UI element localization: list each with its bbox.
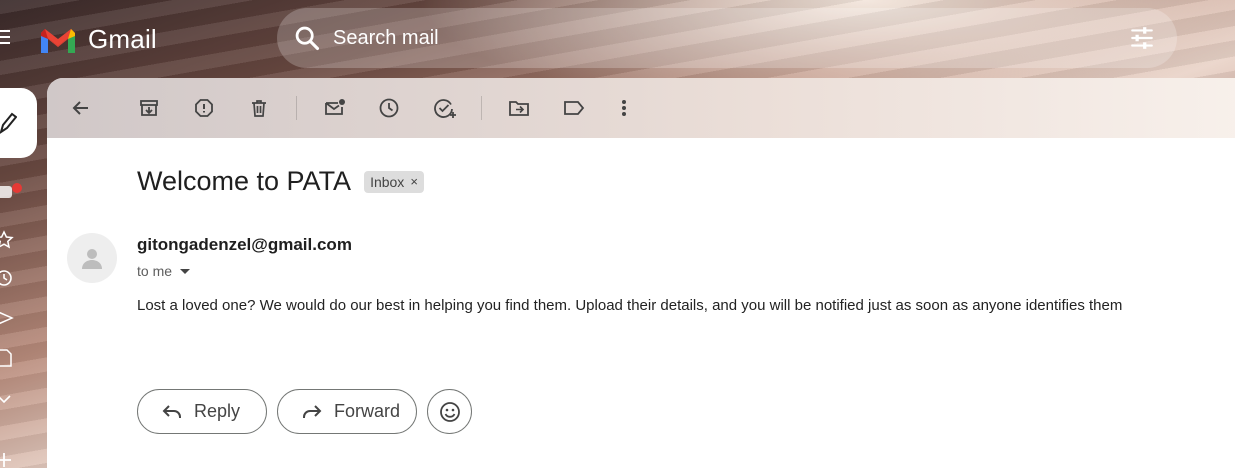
email-subject-row: Welcome to PATA Inbox × <box>137 166 424 197</box>
drafts-icon[interactable] <box>0 348 14 368</box>
sender-email[interactable]: gitongadenzel@gmail.com <box>137 235 352 255</box>
back-arrow-icon[interactable] <box>69 96 93 120</box>
email-body: Lost a loved one? We would do our best i… <box>137 297 1123 314</box>
more-vert-icon[interactable] <box>612 96 636 120</box>
move-to-icon[interactable] <box>507 96 531 120</box>
add-to-tasks-icon[interactable] <box>433 96 457 120</box>
search-input[interactable]: Search mail <box>333 27 439 50</box>
remove-label-icon[interactable]: × <box>410 174 418 189</box>
inbox-label-chip[interactable]: Inbox × <box>364 170 424 193</box>
toolbar-divider <box>296 96 297 120</box>
app-name: Gmail <box>88 24 157 54</box>
expand-details-icon[interactable] <box>180 268 191 274</box>
labels-icon[interactable] <box>562 96 586 120</box>
reply-icon <box>162 404 181 418</box>
archive-icon[interactable] <box>137 96 161 120</box>
forward-label: Forward <box>334 401 401 421</box>
sender-avatar[interactable] <box>67 233 117 283</box>
forward-icon <box>303 404 322 418</box>
smiley-icon <box>439 401 460 422</box>
notification-dot <box>12 183 22 193</box>
email-toolbar <box>47 78 1235 138</box>
search-icon[interactable] <box>293 24 321 52</box>
starred-icon[interactable] <box>0 230 14 250</box>
email-subject: Welcome to PATA <box>137 166 352 196</box>
person-icon <box>82 249 102 269</box>
sent-icon[interactable] <box>0 308 14 328</box>
email-view: Welcome to PATA Inbox × gitongadenzel@gm… <box>47 78 1235 468</box>
reply-button[interactable]: Reply <box>137 389 267 434</box>
search-bar[interactable]: Search mail <box>277 8 1177 68</box>
top-bar: Gmail Search mail <box>0 0 1235 78</box>
recipient-text: to me <box>137 263 173 279</box>
compose-button[interactable] <box>0 88 37 158</box>
left-rail <box>0 78 47 468</box>
reply-label: Reply <box>194 401 241 421</box>
gmail-logo[interactable]: Gmail <box>38 24 157 55</box>
main-menu-icon[interactable] <box>0 26 14 50</box>
report-spam-icon[interactable] <box>192 96 216 120</box>
recipient-details[interactable]: to me <box>137 263 191 279</box>
snooze-icon[interactable] <box>377 96 401 120</box>
delete-icon[interactable] <box>247 96 271 120</box>
emoji-reaction-button[interactable] <box>427 389 472 434</box>
add-label-icon[interactable] <box>0 450 14 468</box>
more-chevron-icon[interactable] <box>0 388 14 408</box>
search-options-icon[interactable] <box>1129 25 1155 51</box>
gmail-m-icon <box>41 28 75 53</box>
toolbar-divider <box>481 96 482 120</box>
pencil-icon <box>0 112 17 134</box>
snoozed-icon[interactable] <box>0 268 14 288</box>
label-text: Inbox <box>370 173 405 190</box>
mark-unread-icon[interactable] <box>323 96 347 120</box>
forward-button[interactable]: Forward <box>277 389 417 434</box>
